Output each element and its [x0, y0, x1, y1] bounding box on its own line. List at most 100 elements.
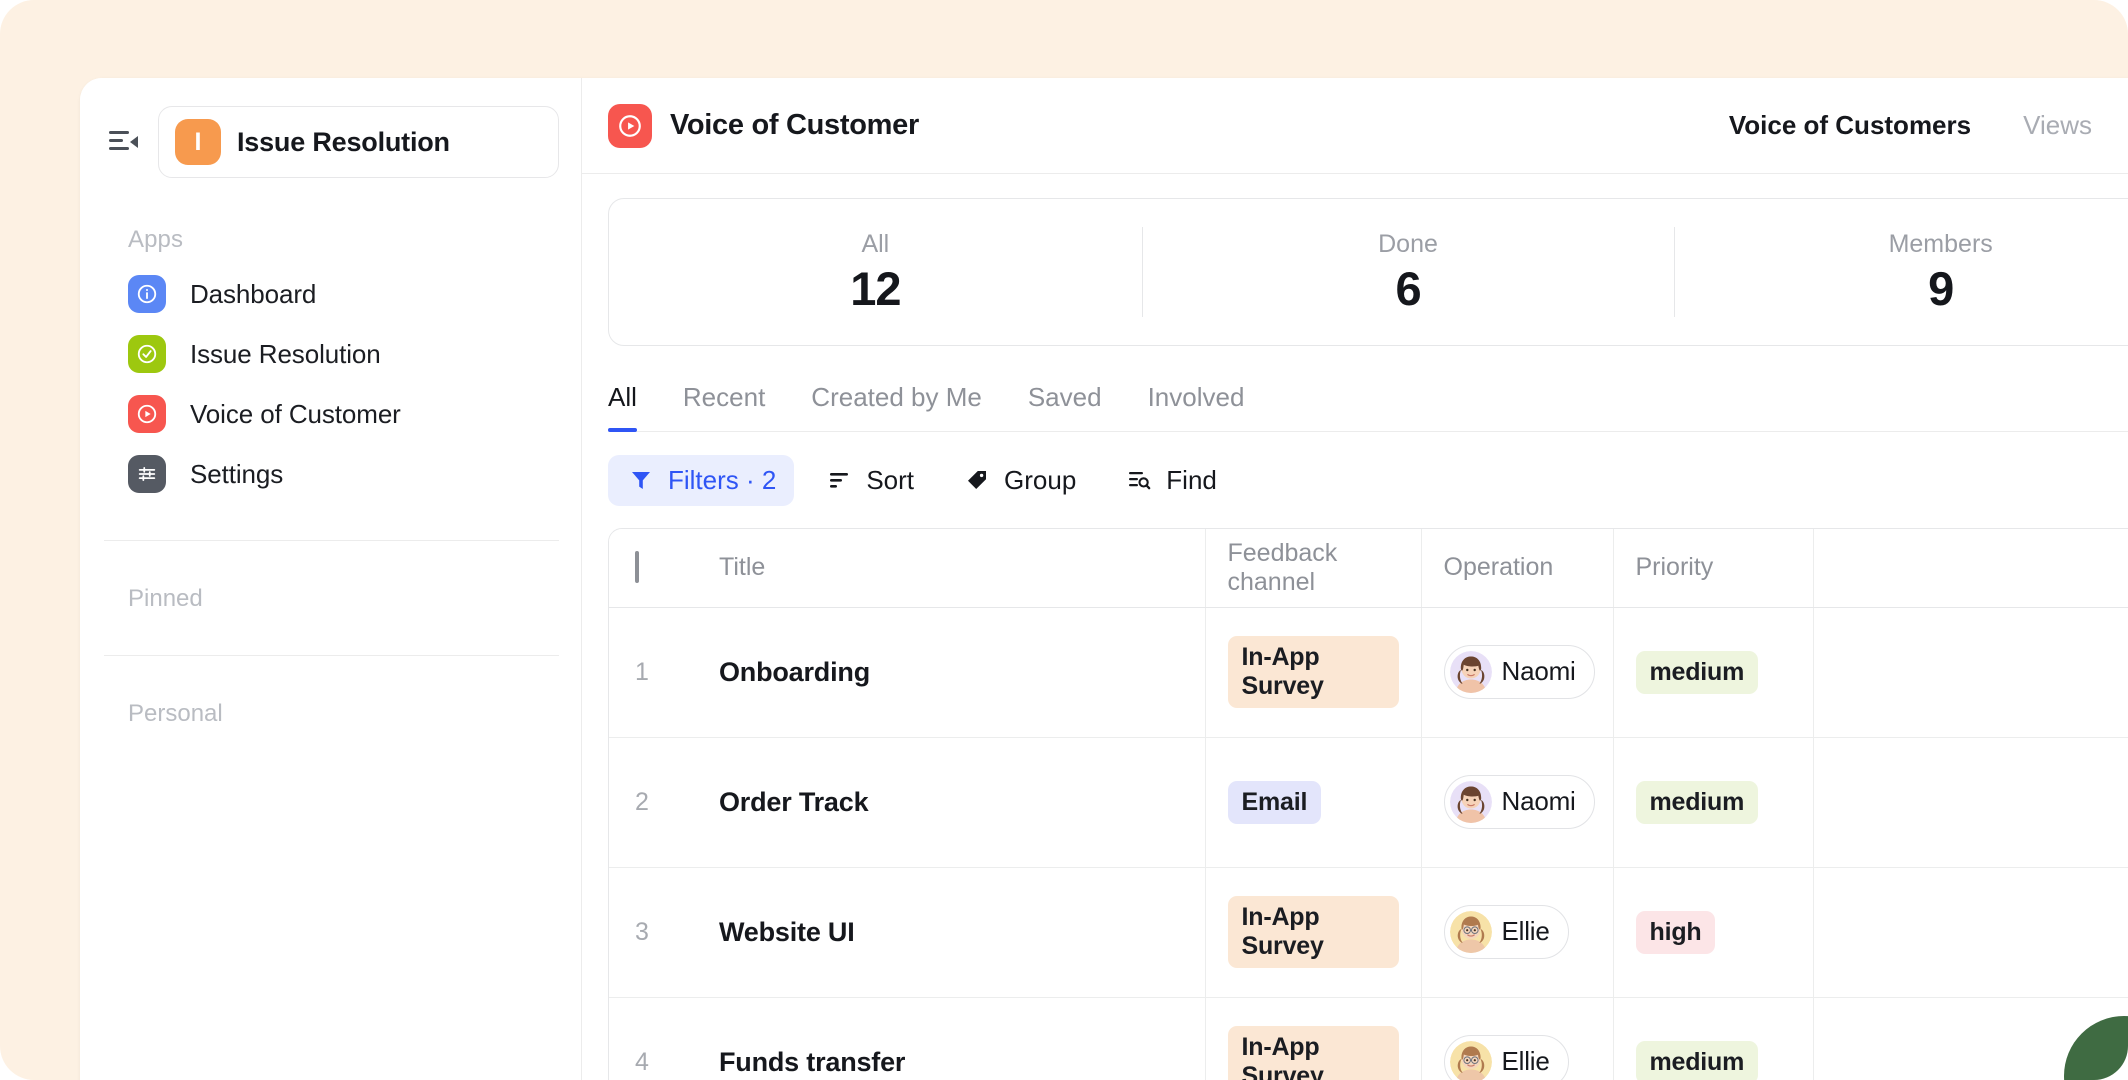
row-operation[interactable]: Ellie [1420, 867, 1613, 998]
row-feedback-channel[interactable]: Email [1204, 737, 1421, 868]
person-name: Ellie [1501, 1046, 1550, 1077]
table-row[interactable]: 4 Funds transfer In-App Survey Ellie med… [609, 997, 2128, 1080]
select-all-checkbox[interactable] [635, 551, 639, 584]
sidebar-apps-label: Apps [128, 226, 184, 253]
sidebar-apps-list: Dashboard Issue Resolution Voice of Cust… [80, 254, 581, 504]
row-feedback-channel[interactable]: In-App Survey [1204, 867, 1421, 998]
channel-badge: In-App Survey [1227, 896, 1399, 968]
find-icon [1124, 465, 1154, 495]
stat-value: 12 [850, 261, 901, 315]
row-spacer [1812, 997, 2128, 1080]
tag-icon [962, 465, 992, 495]
tab-created-by-me[interactable]: Created by Me [811, 382, 982, 431]
play-circle-icon [128, 395, 166, 433]
row-spacer [1812, 867, 2128, 998]
tab-recent[interactable]: Recent [683, 382, 765, 431]
table-row[interactable]: 1 Onboarding In-App Survey Naomi medium [609, 607, 2128, 738]
find-button[interactable]: Find [1106, 455, 1235, 506]
table-toolbar: Filters · 2 Sort Group Find [608, 432, 2128, 528]
view-tabs: All Recent Created by Me Saved Involved [608, 346, 2128, 432]
channel-badge: In-App Survey [1227, 1026, 1399, 1080]
table-row[interactable]: 3 Website UI In-App Survey Ellie high [609, 867, 2128, 998]
column-header-feedback-channel[interactable]: Feedback channel [1204, 529, 1421, 608]
priority-badge: high [1635, 910, 1716, 954]
tab-involved[interactable]: Involved [1148, 382, 1245, 431]
column-header-operation[interactable]: Operation [1420, 529, 1613, 608]
app-header: Voice of Customer Voice of Customers Vie… [582, 78, 2128, 174]
filters-button[interactable]: Filters · 2 [608, 454, 795, 506]
person-chip[interactable]: Naomi [1443, 644, 1595, 699]
person-name: Naomi [1501, 786, 1576, 816]
sidebar-item-voice-of-customer[interactable]: Voice of Customer [80, 384, 581, 444]
row-title[interactable]: Onboarding [697, 607, 1205, 738]
person-chip[interactable]: Ellie [1443, 1034, 1569, 1080]
app-window: I Issue Resolution Apps Dashboard Issue … [80, 78, 2128, 1080]
person-chip[interactable]: Naomi [1443, 774, 1595, 829]
select-all-cell [609, 529, 697, 608]
stat-members: Members 9 [1674, 199, 2128, 345]
row-priority[interactable]: high [1612, 867, 1813, 998]
sidebar-header: I Issue Resolution [80, 78, 581, 178]
main-body: All 12 Done 6 Members 9 All Recent Creat… [582, 174, 2128, 1080]
stat-label: Done [1378, 229, 1438, 258]
row-number: 2 [609, 737, 697, 868]
priority-badge: medium [1635, 1040, 1759, 1080]
row-title[interactable]: Funds transfer [697, 997, 1205, 1080]
nav-views[interactable]: Views [2023, 110, 2092, 141]
row-operation[interactable]: Naomi [1420, 607, 1613, 738]
avatar [1449, 780, 1492, 823]
row-spacer [1812, 737, 2128, 868]
sort-button[interactable]: Sort [806, 455, 932, 506]
sidebar-item-label: Dashboard [190, 278, 317, 309]
row-number: 4 [635, 1047, 649, 1076]
avatar [1449, 910, 1492, 953]
sidebar-item-label: Settings [190, 458, 284, 489]
group-button-label: Group [1004, 464, 1077, 495]
row-title[interactable]: Order Track [697, 737, 1205, 868]
row-priority[interactable]: medium [1612, 737, 1813, 868]
sort-icon [824, 465, 854, 495]
sidebar-item-dashboard[interactable]: Dashboard [80, 264, 581, 324]
row-title[interactable]: Website UI [697, 867, 1205, 998]
tab-all[interactable]: All [608, 382, 637, 432]
row-feedback-channel[interactable]: In-App Survey [1204, 997, 1421, 1080]
sidebar-item-issue-resolution[interactable]: Issue Resolution [80, 324, 581, 384]
table-header-row: Title Feedback channel Operation Priorit… [609, 529, 2128, 608]
main-content: Voice of Customer Voice of Customers Vie… [582, 78, 2128, 1080]
row-feedback-channel[interactable]: In-App Survey [1204, 607, 1421, 738]
column-header-priority[interactable]: Priority [1612, 529, 1813, 608]
filter-icon [626, 465, 656, 495]
channel-badge: In-App Survey [1227, 636, 1399, 708]
filters-button-label: Filters · 2 [668, 464, 777, 495]
row-operation[interactable]: Naomi [1420, 737, 1613, 868]
table-row[interactable]: 2 Order Track Email Naomi medium [609, 737, 2128, 868]
workspace-name: Issue Resolution [237, 126, 450, 157]
play-circle-icon [608, 103, 652, 148]
page-title: Voice of Customer [670, 109, 919, 141]
stats-card: All 12 Done 6 Members 9 [608, 198, 2128, 346]
person-chip[interactable]: Ellie [1443, 904, 1569, 959]
group-button[interactable]: Group [944, 455, 1094, 506]
info-circle-icon [128, 275, 166, 313]
row-priority[interactable]: medium [1612, 607, 1813, 738]
find-button-label: Find [1166, 464, 1217, 495]
stat-all: All 12 [609, 199, 1142, 345]
nav-voice-of-customers[interactable]: Voice of Customers [1729, 110, 1971, 141]
avatar [1449, 650, 1492, 693]
records-table: Title Feedback channel Operation Priorit… [608, 528, 2128, 1080]
person-name: Ellie [1501, 916, 1550, 946]
app-canvas: I Issue Resolution Apps Dashboard Issue … [0, 0, 2128, 1080]
workspace-switcher[interactable]: I Issue Resolution [158, 106, 559, 178]
priority-badge: medium [1635, 650, 1759, 694]
tab-saved[interactable]: Saved [1028, 382, 1102, 431]
sidebar-group-pinned[interactable]: Pinned [80, 541, 581, 655]
column-header-title[interactable]: Title [697, 529, 1205, 608]
sidebar-group-personal[interactable]: Personal [80, 656, 581, 770]
row-priority[interactable]: medium [1612, 997, 1813, 1080]
stat-label: Members [1888, 229, 1993, 258]
sidebar-item-label: Issue Resolution [190, 338, 381, 369]
row-operation[interactable]: Ellie [1420, 997, 1613, 1080]
panel-collapse-icon[interactable] [104, 122, 144, 162]
row-number: 1 [609, 607, 697, 738]
sidebar-item-settings[interactable]: Settings [80, 444, 581, 504]
